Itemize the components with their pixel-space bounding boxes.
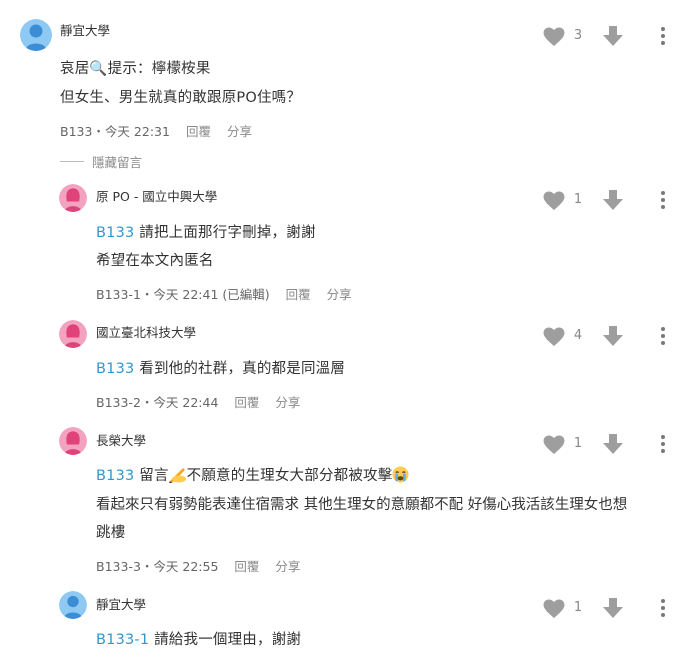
downvote-arrow-icon[interactable] [602,597,624,619]
share-button[interactable]: 分享 [275,395,300,410]
avatar-blue[interactable] [59,591,87,619]
comment-author[interactable]: 靜宜大學 [60,20,110,39]
reply-button[interactable]: 回覆 [286,287,311,302]
comment-text: B133-1 請給我一個理由，謝謝 [96,632,302,648]
comment-text: B133 看到他的社群，真的都是同溫層 [96,361,346,377]
mention-link[interactable]: B133 [96,468,134,484]
pink-person-icon [59,427,87,455]
like-count: 4 [573,328,583,343]
blue-person-icon [59,591,87,619]
hide-replies-button[interactable]: 隱藏留言 [92,152,142,171]
comment-meta: B133・今天 22:31 回覆 分享 [60,121,252,140]
reply-button[interactable]: 回覆 [234,559,259,574]
comment-text: 希望在本文內匿名 [96,253,214,269]
pink-person-icon [59,184,87,212]
pink-person-icon [59,320,87,348]
like-count: 1 [573,600,583,615]
comment-text: 跳樓 [96,525,126,541]
more-options-icon[interactable] [658,26,668,46]
downvote-arrow-icon[interactable] [602,25,624,47]
more-options-icon[interactable] [658,434,668,454]
heart-icon[interactable] [543,435,565,455]
like-count: 1 [573,436,583,451]
mention-link[interactable]: B133-1 [96,632,149,648]
heart-icon[interactable] [543,27,565,47]
share-button[interactable]: 分享 [327,287,352,302]
comment-meta: B133-2・今天 22:44 回覆 分享 [96,392,300,411]
comment-text: 但女生、男生就真的敢跟原PO住嗎？ [60,90,302,106]
comment-author[interactable]: 國立臺北科技大學 [96,322,196,341]
comment-author[interactable]: 原 PO - 國立中興大學 [96,186,217,205]
crying-face-emoji-icon [392,466,409,483]
share-button[interactable]: 分享 [227,124,252,139]
avatar-pink[interactable] [59,427,87,455]
reply-button[interactable]: 回覆 [234,395,259,410]
more-options-icon[interactable] [658,326,668,346]
more-options-icon[interactable] [658,598,668,618]
heart-icon[interactable] [543,327,565,347]
comment-text: B133 留言 不願意的生理女大部分都被攻擊 [96,464,409,485]
comment-text: 看起來只有弱勢能表達住宿需求 其他生理女的意願都不配 好傷心我活該生理女也想 [96,497,628,513]
downvote-arrow-icon[interactable] [602,433,624,455]
mention-link[interactable]: B133 [96,361,134,377]
avatar-pink[interactable] [59,320,87,348]
comment-floor-time: B133-2・今天 22:44 [96,395,219,410]
writing-hand-emoji-icon [168,468,186,483]
like-count: 3 [573,28,583,43]
reply-button[interactable]: 回覆 [186,124,211,139]
comment-author[interactable]: 長榮大學 [96,430,146,449]
comment-meta: B133-1・今天 22:41 (已編輯) 回覆 分享 [96,284,352,303]
comment-floor-time: B133・今天 22:31 [60,124,170,139]
blue-person-icon [20,19,52,51]
more-options-icon[interactable] [658,190,668,210]
comment-author[interactable]: 靜宜大學 [96,594,146,613]
like-count: 1 [573,192,583,207]
comment-text: 哀居🔍提示：檸檬桉果 [60,61,211,77]
comment-floor-time: B133-1・今天 22:41 (已編輯) [96,287,270,302]
heart-icon[interactable] [543,191,565,211]
hide-replies-divider [60,161,84,162]
comment-floor-time: B133-3・今天 22:55 [96,559,219,574]
comment-text: B133 請把上面那行字刪掉，謝謝 [96,225,316,241]
heart-icon[interactable] [543,599,565,619]
avatar-blue[interactable] [20,19,52,51]
mention-link[interactable]: B133 [96,225,134,241]
downvote-arrow-icon[interactable] [602,325,624,347]
avatar-pink[interactable] [59,184,87,212]
downvote-arrow-icon[interactable] [602,189,624,211]
comment-meta: B133-3・今天 22:55 回覆 分享 [96,556,300,575]
share-button[interactable]: 分享 [275,559,300,574]
